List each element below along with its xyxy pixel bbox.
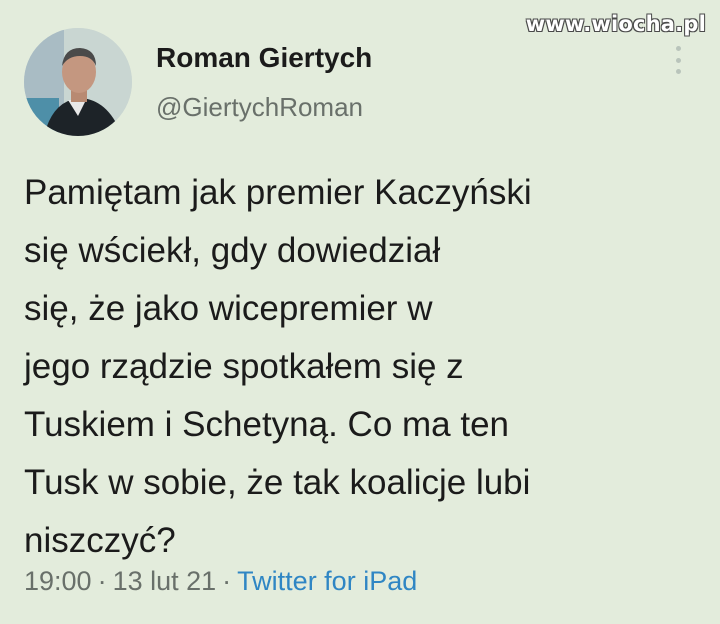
tweet-date: 13 lut 21: [112, 566, 217, 596]
tweet-line: Tusk w sobie, że tak koalicje lubi: [24, 463, 531, 502]
more-vertical-icon[interactable]: [672, 46, 684, 74]
tweet-source-link[interactable]: Twitter for iPad: [237, 566, 417, 596]
tweet-line: się wściekł, gdy dowiedział: [24, 231, 441, 270]
tweet-line: się, że jako wicepremier w: [24, 289, 433, 328]
avatar[interactable]: [24, 28, 132, 136]
meta-separator: ·: [97, 566, 107, 596]
author-name[interactable]: Roman Giertych: [156, 42, 372, 74]
author-handle[interactable]: @GiertychRoman: [156, 92, 363, 123]
tweet-text: Pamiętam jak premier Kaczyński się wście…: [24, 164, 684, 570]
tweet-meta: 19:00 · 13 lut 21 · Twitter for iPad: [24, 566, 417, 597]
meta-separator: ·: [222, 566, 232, 596]
tweet-line: jego rządzie spotkałem się z: [24, 347, 464, 386]
avatar-photo-icon: [24, 28, 132, 136]
tweet-time: 19:00: [24, 566, 92, 596]
watermark-logo: www.wiocha.pl: [525, 12, 706, 36]
tweet-line: Pamiętam jak premier Kaczyński: [24, 173, 532, 212]
tweet-line: Tuskiem i Schetyną. Co ma ten: [24, 405, 510, 444]
tweet-line: niszczyć?: [24, 521, 176, 560]
